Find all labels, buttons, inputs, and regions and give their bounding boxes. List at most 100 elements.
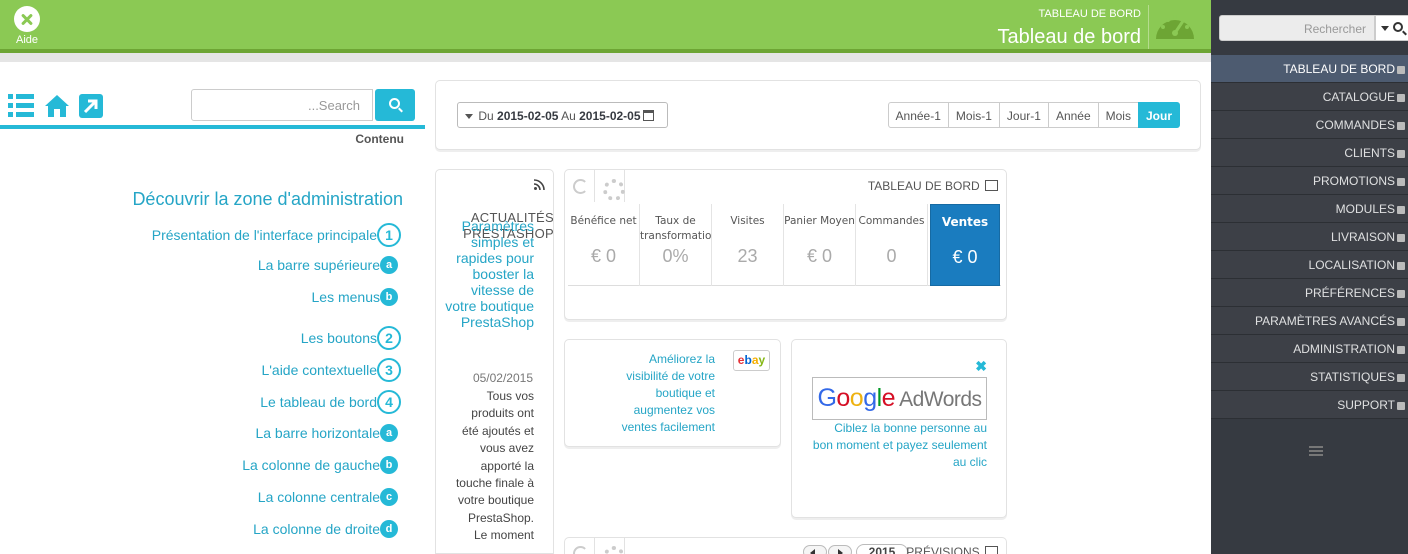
news-date: 05/02/2015: [472, 371, 533, 385]
guide-item[interactable]: Les menus b: [312, 288, 398, 306]
kpi-ventes[interactable]: Ventes € 0: [930, 204, 1000, 286]
page-title: Tableau de bord: [997, 26, 1141, 48]
bar-chart-icon: [985, 546, 998, 554]
menu-item-statistiques[interactable]: STATISTIQUES: [1211, 363, 1408, 391]
contenu-label: Contenu: [355, 132, 404, 146]
guide-title: Découvrir la zone d'administration: [132, 189, 403, 209]
refresh-icon[interactable]: [565, 170, 595, 202]
date-toolbar: Du 2015-02-05 Au 2015-02-05 Année-1 Mois…: [435, 80, 1201, 150]
guide-panel: ...Search Contenu Découvrir la zone d'ad…: [0, 62, 425, 554]
admin-sidebar: Rechercher TABLEAU DE BORD CATALOGUE COM…: [1211, 0, 1408, 554]
dashboard-icon: [1397, 65, 1405, 74]
refresh-icon[interactable]: [565, 538, 595, 554]
forecast-year[interactable]: 2015: [856, 544, 908, 554]
ebay-logo: ebay: [733, 350, 770, 371]
search-icon: [389, 98, 400, 109]
forecast-year-nav: [803, 545, 853, 554]
next-year-button[interactable]: [828, 545, 852, 554]
date-range-picker[interactable]: Du 2015-02-05 Au 2015-02-05: [457, 102, 668, 128]
book-icon: [1397, 93, 1405, 102]
chevron-down-icon: [1381, 26, 1389, 31]
menu-item-localisation[interactable]: LOCALISATION: [1211, 251, 1408, 279]
guide-search-input[interactable]: ...Search: [191, 89, 373, 121]
guide-divider: [0, 125, 425, 129]
menu-item-support[interactable]: SUPPORT: [1211, 391, 1408, 419]
help-button[interactable]: Aide: [10, 6, 44, 46]
google-adwords-logo[interactable]: Google AdWords: [812, 377, 987, 420]
cogs-icon: [1397, 317, 1405, 326]
kpi-benefice-net[interactable]: Bénéfice net € 0: [568, 204, 640, 286]
menu-collapse-icon[interactable]: [1309, 446, 1323, 458]
news-panel: ACTUALITÉS PRESTASHOP Paramètres simples…: [435, 169, 554, 554]
guide-item[interactable]: Le tableau de bord 4: [260, 390, 401, 414]
list-icon[interactable]: [8, 94, 34, 118]
calendar-icon: [642, 110, 654, 121]
date-to: 2015-02-05: [579, 109, 641, 123]
forecast-panel: 2015 PRÉVISIONS: [564, 537, 1007, 554]
truck-icon: [1397, 233, 1405, 242]
caret-down-icon: [465, 114, 473, 120]
guide-item[interactable]: La colonne de droite d: [253, 520, 398, 538]
previous-year-button[interactable]: [803, 545, 827, 554]
menu-item-preferences[interactable]: PRÉFÉRENCES: [1211, 279, 1408, 307]
admin-search: Rechercher: [1219, 15, 1408, 41]
adwords-promo-panel: ✖ Google AdWords Ciblez la bonne personne…: [791, 339, 1007, 518]
kpi-row: Bénéfice net € 0 Taux de transformation 0%…: [568, 204, 1001, 286]
external-link-icon[interactable]: [79, 94, 103, 118]
menu-item-promotions[interactable]: PROMOTIONS: [1211, 167, 1408, 195]
guide-search-button[interactable]: [375, 89, 415, 121]
period-month[interactable]: Mois: [1097, 102, 1139, 128]
news-body: Tous vos produits ont été ajoutés et vou…: [455, 389, 534, 543]
help-label: Aide: [15, 34, 39, 46]
close-icon[interactable]: ✖: [975, 359, 987, 373]
guide-item[interactable]: La barre supérieure a: [258, 256, 398, 274]
menu-item-catalogue[interactable]: CATALOGUE: [1211, 83, 1408, 111]
guide-item[interactable]: La colonne de gauche b: [242, 456, 398, 474]
header-shadow-strip: [0, 53, 1211, 62]
ebay-promo-link[interactable]: Améliorez la visibilité de votre boutiqu…: [605, 351, 715, 436]
kpi-panier-moyen[interactable]: Panier Moyen € 0: [784, 204, 856, 286]
lifebuoy-icon: [1397, 401, 1405, 410]
kpi-taux-transformation[interactable]: Taux de transformation 0%: [640, 204, 712, 286]
admin-menu: TABLEAU DE BORD CATALOGUE COMMANDES CLIE…: [1211, 55, 1408, 419]
gear-icon[interactable]: [595, 538, 625, 554]
menu-item-commandes[interactable]: COMMANDES: [1211, 111, 1408, 139]
kpi-commandes[interactable]: Commandes 0: [856, 204, 928, 286]
guide-item[interactable]: La barre horizontale a: [255, 424, 398, 442]
close-circle-icon: [14, 6, 40, 32]
ebay-promo-panel: ebay Améliorez la visibilité de votre bo…: [564, 339, 781, 447]
rss-icon[interactable]: [534, 179, 545, 190]
menu-item-livraison[interactable]: LIVRAISON: [1211, 223, 1408, 251]
kpi-panel-title: TABLEAU DE BORD: [868, 179, 998, 193]
menu-item-modules[interactable]: MODULES: [1211, 195, 1408, 223]
tag-icon: [1397, 177, 1405, 186]
menu-item-parametres-avances[interactable]: PARAMÈTRES AVANCÉS: [1211, 307, 1408, 335]
bar-chart-icon: [1397, 373, 1405, 382]
kpi-visites[interactable]: Visites 23: [712, 204, 784, 286]
menu-item-clients[interactable]: CLIENTS: [1211, 139, 1408, 167]
menu-item-administration[interactable]: ADMINISTRATION: [1211, 335, 1408, 363]
menu-item-dashboard[interactable]: TABLEAU DE BORD: [1211, 55, 1408, 83]
globe-icon: [1397, 261, 1405, 270]
period-month-minus-1[interactable]: Mois-1: [947, 102, 1000, 128]
panel-actions: [565, 538, 625, 554]
period-day[interactable]: Jour: [1137, 102, 1180, 128]
date-from: 2015-02-05: [497, 109, 559, 123]
guide-item[interactable]: L'aide contextuelle 3: [261, 358, 401, 382]
home-icon[interactable]: [44, 94, 70, 118]
admin-search-button[interactable]: [1375, 15, 1408, 41]
guide-item[interactable]: La colonne centrale c: [258, 488, 398, 506]
gear-icon[interactable]: [595, 170, 625, 202]
period-year[interactable]: Année: [1047, 102, 1099, 128]
admin-search-input[interactable]: Rechercher: [1219, 15, 1375, 41]
dashboard-gauge-icon: [1156, 15, 1194, 39]
guide-item[interactable]: Les boutons 2: [301, 326, 401, 350]
guide-item[interactable]: Présentation de l'interface principale 1: [152, 223, 401, 247]
forecast-title: PRÉVISIONS: [906, 545, 998, 554]
period-year-minus-1[interactable]: Année-1: [887, 102, 949, 128]
adwords-promo-link[interactable]: Ciblez la bonne personne au bon moment e…: [812, 420, 987, 471]
news-article-link[interactable]: Paramètres simples et rapides pour boost…: [436, 218, 534, 330]
puzzle-icon: [1397, 205, 1405, 214]
wrench-icon: [1397, 289, 1405, 298]
period-day-minus-1[interactable]: Jour-1: [998, 102, 1049, 128]
